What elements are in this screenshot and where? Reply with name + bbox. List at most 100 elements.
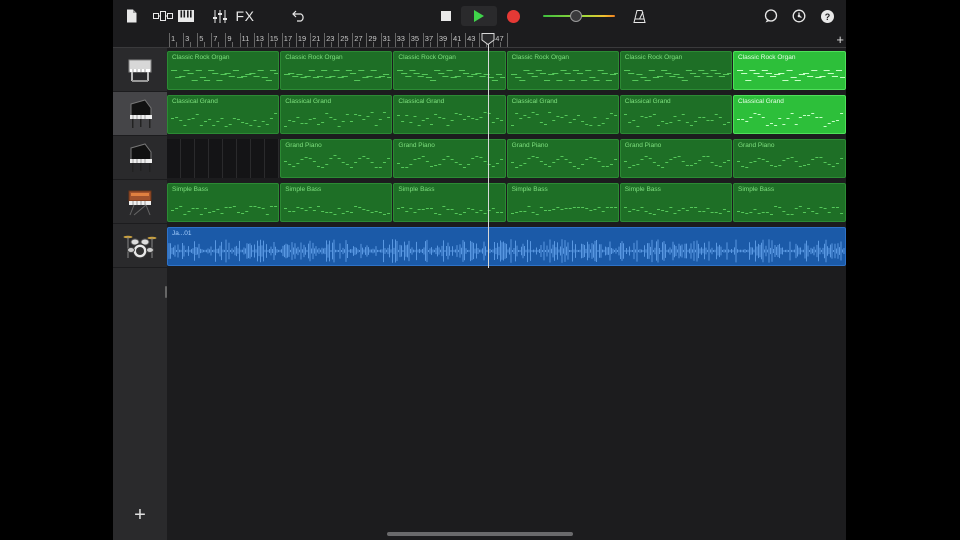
midi-region[interactable]: Classical Grand bbox=[506, 95, 619, 134]
undo-icon[interactable] bbox=[292, 6, 306, 26]
midi-notes bbox=[737, 113, 844, 127]
add-track-button[interactable]: + bbox=[131, 505, 149, 525]
track-header-grand-piano[interactable] bbox=[113, 136, 167, 180]
midi-notes bbox=[510, 112, 617, 126]
track-lane: Ja...01 bbox=[167, 224, 846, 268]
ruler-tick bbox=[232, 42, 234, 47]
region-label: Simple Bass bbox=[624, 186, 661, 193]
empty-region-area[interactable] bbox=[167, 139, 280, 178]
play-icon bbox=[474, 10, 484, 22]
midi-region[interactable]: Simple Bass bbox=[619, 183, 732, 222]
drum-kit-icon bbox=[123, 235, 157, 259]
add-section-button[interactable]: + bbox=[836, 33, 844, 47]
ruler-bar-number: 29 bbox=[368, 34, 377, 43]
ruler-tick bbox=[169, 33, 170, 47]
audio-waveform bbox=[168, 239, 845, 263]
midi-region[interactable]: Simple Bass bbox=[733, 183, 846, 222]
midi-region[interactable]: Grand Piano bbox=[280, 139, 393, 178]
stop-button[interactable] bbox=[433, 6, 459, 26]
ruler-bar-number: 43 bbox=[467, 34, 476, 43]
ruler-bar-number: 23 bbox=[326, 34, 335, 43]
ruler-tick bbox=[507, 33, 509, 47]
region-label: Classic Rock Organ bbox=[398, 54, 456, 61]
record-icon bbox=[506, 9, 520, 23]
region-label: Simple Bass bbox=[398, 186, 435, 193]
help-icon[interactable]: ? bbox=[820, 6, 834, 26]
ruler-bar-number: 25 bbox=[340, 34, 349, 43]
ruler-tick bbox=[352, 33, 354, 47]
midi-notes bbox=[737, 70, 845, 81]
track-lane: Simple Bass Simple Bass Simple Bass Simple … bbox=[167, 180, 846, 224]
midi-region[interactable]: Classical Grand bbox=[733, 95, 846, 134]
toolbar: FX ? bbox=[113, 0, 846, 32]
ruler-tick bbox=[394, 33, 396, 47]
track-header-simple-bass[interactable] bbox=[113, 180, 167, 224]
midi-region[interactable]: Simple Bass bbox=[280, 183, 393, 222]
midi-region[interactable]: Classic Rock Organ bbox=[280, 51, 393, 90]
track-headers: + bbox=[113, 48, 167, 540]
fx-button[interactable]: FX bbox=[235, 6, 255, 26]
fx-label: FX bbox=[235, 8, 255, 24]
grand-piano-icon bbox=[130, 98, 152, 128]
audio-region-label: Ja...01 bbox=[172, 230, 192, 237]
midi-region[interactable]: Classic Rock Organ bbox=[619, 51, 732, 90]
midi-region[interactable]: Classic Rock Organ bbox=[506, 51, 619, 90]
midi-region[interactable]: Classical Grand bbox=[619, 95, 732, 134]
grand-piano-icon bbox=[130, 142, 152, 172]
region-label: Simple Bass bbox=[172, 186, 209, 193]
ruler-tick bbox=[380, 33, 382, 47]
loop-browser-icon[interactable] bbox=[764, 6, 778, 26]
midi-region[interactable]: Grand Piano bbox=[506, 139, 619, 178]
garageband-app: FX ? 1 3 5 7 9 11 13 15 17 19 21 23 25 2… bbox=[113, 0, 846, 540]
audio-region[interactable]: Ja...01 bbox=[167, 227, 846, 266]
ruler-bar-number: 3 bbox=[185, 34, 190, 43]
midi-notes bbox=[737, 157, 844, 168]
ruler-bar-number: 37 bbox=[424, 34, 434, 43]
midi-region[interactable]: Classical Grand bbox=[167, 95, 280, 134]
ruler-bar-number: 7 bbox=[213, 34, 218, 43]
ruler-tick bbox=[225, 33, 227, 47]
midi-region[interactable]: Simple Bass bbox=[506, 183, 619, 222]
region-label: Grand Piano bbox=[285, 142, 322, 149]
metronome-icon[interactable] bbox=[632, 6, 646, 26]
settings-icon[interactable] bbox=[792, 6, 806, 26]
region-label: Classical Grand bbox=[398, 98, 445, 105]
midi-region[interactable]: Grand Piano bbox=[733, 139, 846, 178]
midi-region[interactable]: Classic Rock Organ bbox=[733, 51, 846, 90]
region-label: Classical Grand bbox=[285, 98, 332, 105]
midi-region[interactable]: Classic Rock Organ bbox=[167, 51, 280, 90]
region-label: Classic Rock Organ bbox=[285, 54, 343, 61]
midi-notes bbox=[171, 206, 278, 215]
track-lane: Classical Grand Classical Grand Classical … bbox=[167, 92, 846, 136]
document-icon[interactable] bbox=[124, 6, 138, 26]
track-header-classical-grand[interactable] bbox=[113, 92, 167, 136]
ruler-tick bbox=[408, 33, 410, 47]
master-volume-slider[interactable] bbox=[543, 10, 615, 22]
midi-notes bbox=[171, 70, 279, 81]
region-label: Simple Bass bbox=[738, 186, 775, 193]
organ-icon bbox=[128, 59, 152, 82]
playhead-handle[interactable] bbox=[481, 33, 495, 45]
midi-region[interactable]: Grand Piano bbox=[619, 139, 732, 178]
record-button[interactable] bbox=[499, 6, 527, 26]
keyboard-icon[interactable] bbox=[178, 6, 194, 26]
midi-notes bbox=[510, 70, 618, 81]
timeline-ruler[interactable]: 1 3 5 7 9 11 13 15 17 19 21 23 25 27 29 31 33 35 37 39 41 43 4… bbox=[167, 32, 846, 48]
track-header-organ[interactable] bbox=[113, 48, 167, 92]
tracks-view-icon[interactable] bbox=[153, 6, 173, 26]
play-button[interactable] bbox=[461, 6, 497, 26]
ruler-tick bbox=[204, 42, 206, 47]
region-label: Grand Piano bbox=[624, 142, 662, 149]
ruler-bar-number: 41 bbox=[453, 34, 462, 43]
midi-notes bbox=[623, 114, 730, 127]
svg-text:?: ? bbox=[824, 12, 830, 22]
ruler-bar-number: 11 bbox=[241, 34, 250, 43]
midi-notes bbox=[171, 113, 278, 127]
volume-knob[interactable] bbox=[570, 10, 582, 22]
synth-keyboard-icon bbox=[128, 190, 152, 215]
midi-region[interactable]: Simple Bass bbox=[167, 183, 280, 222]
midi-region[interactable]: Classical Grand bbox=[280, 95, 393, 134]
track-header-drums[interactable] bbox=[113, 224, 167, 268]
ruler-bar-number: 19 bbox=[297, 34, 307, 43]
mixer-icon[interactable] bbox=[213, 6, 227, 26]
